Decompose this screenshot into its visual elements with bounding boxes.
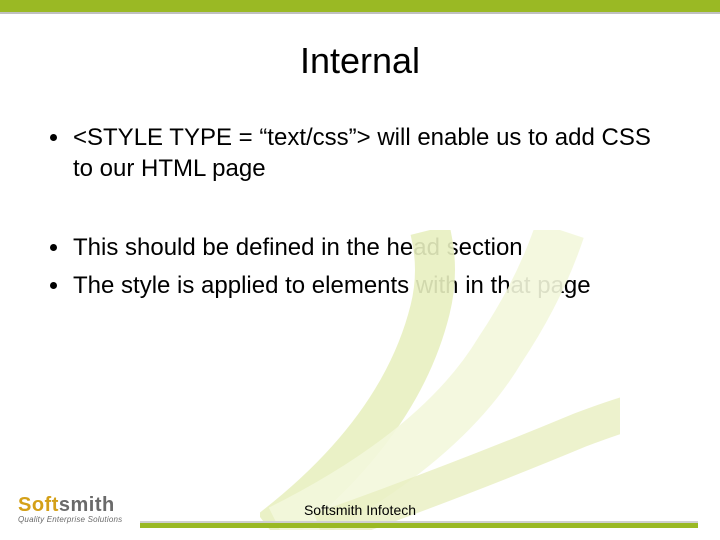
bullet-dot-icon bbox=[50, 134, 57, 141]
bottom-accent-bar bbox=[140, 523, 698, 528]
slide-title: Internal bbox=[0, 40, 720, 82]
bullet-text: The style is applied to elements with in… bbox=[73, 270, 591, 301]
bullet-dot-icon bbox=[50, 244, 57, 251]
bullet-item: The style is applied to elements with in… bbox=[50, 270, 670, 301]
bullet-item: This should be defined in the head secti… bbox=[50, 232, 670, 263]
bullet-dot-icon bbox=[50, 282, 57, 289]
bullet-item: <STYLE TYPE = “text/css”> will enable us… bbox=[50, 122, 670, 184]
slide-body: <STYLE TYPE = “text/css”> will enable us… bbox=[50, 122, 670, 301]
bullet-text: <STYLE TYPE = “text/css”> will enable us… bbox=[73, 122, 670, 184]
top-accent-bar bbox=[0, 0, 720, 12]
footer-text: Softsmith Infotech bbox=[0, 502, 720, 518]
bullet-text: This should be defined in the head secti… bbox=[73, 232, 523, 263]
